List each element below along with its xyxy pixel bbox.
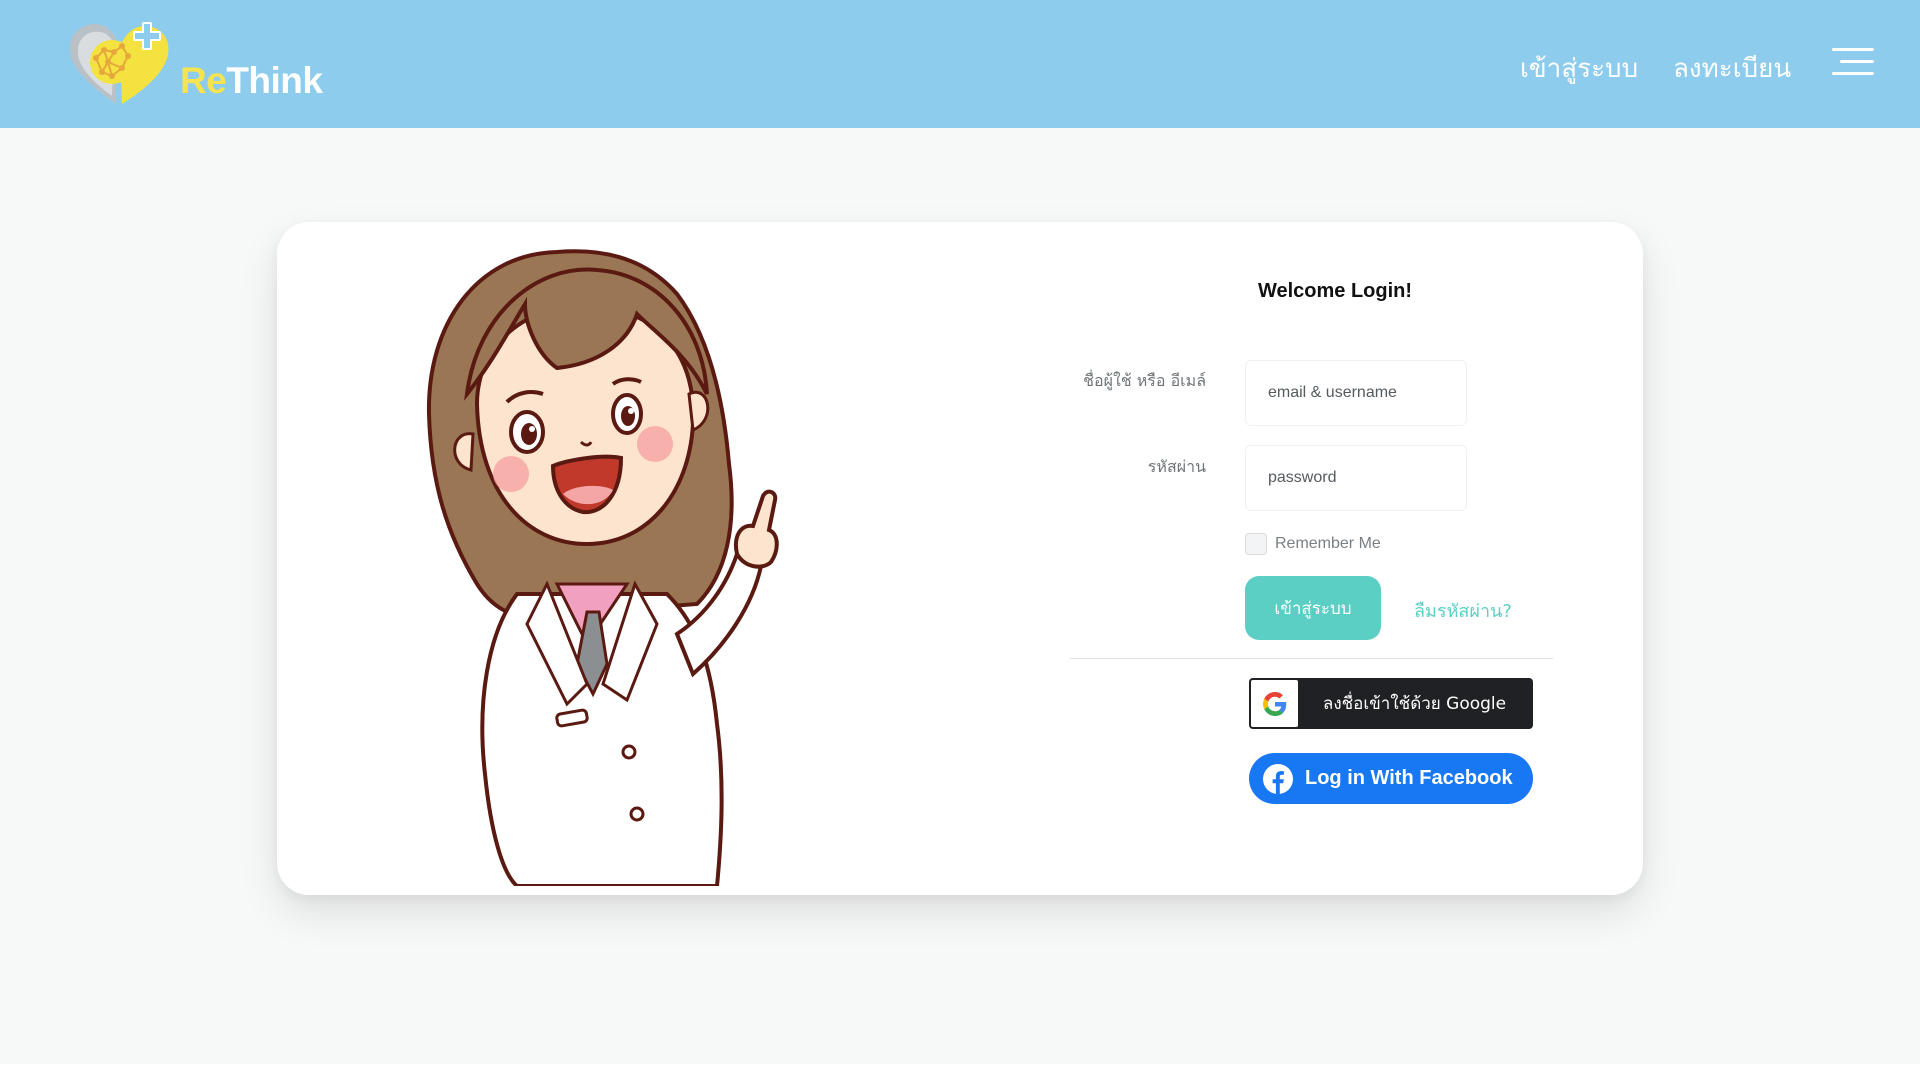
password-label: รหัสผ่าน [1147,457,1206,476]
google-signin-label: ลงชื่อเข้าใช้ด้วย Google [1322,694,1507,714]
top-navbar: ReThink เข้าสู่ระบบ ลงทะเบียน [0,0,1920,128]
doctor-illustration [426,249,779,886]
login-submit-button[interactable]: เข้าสู่ระบบ [1245,576,1381,640]
brain-heart-logo-icon [69,22,169,104]
remember-me-label: Remember Me [1275,535,1381,552]
footer-strip [0,1064,1920,1080]
nav-login-link[interactable]: เข้าสู่ระบบ [1520,48,1638,89]
hamburger-icon[interactable] [1832,48,1874,76]
facebook-login-label: Log in With Facebook [1305,767,1513,789]
google-signin-button[interactable]: ลงชื่อเข้าใช้ด้วย Google [1249,678,1533,729]
username-input[interactable] [1245,360,1467,426]
facebook-login-button[interactable]: Log in With Facebook [1249,753,1533,804]
password-input[interactable] [1245,445,1467,511]
facebook-icon [1263,763,1293,794]
nav-register-link[interactable]: ลงทะเบียน [1673,48,1791,89]
rethink-logo[interactable]: ReThink [68,18,328,110]
username-label: ชื่อผู้ใช้ หรือ อีเมล์ [1083,371,1206,390]
divider [1070,658,1553,659]
logo-think: Think [226,60,323,101]
login-card: Welcome Login! ชื่อผู้ใช้ หรือ อีเมล์ รห… [277,222,1643,895]
forgot-password-link[interactable]: ลืมรหัสผ่าน? [1414,596,1512,625]
remember-me-row: Remember Me [1245,533,1381,555]
logo-re: Re [180,60,227,101]
logo-wordmark: ReThink [180,60,323,102]
remember-me-checkbox[interactable] [1245,533,1267,555]
login-title: Welcome Login! [1257,280,1413,302]
google-icon [1251,680,1298,727]
